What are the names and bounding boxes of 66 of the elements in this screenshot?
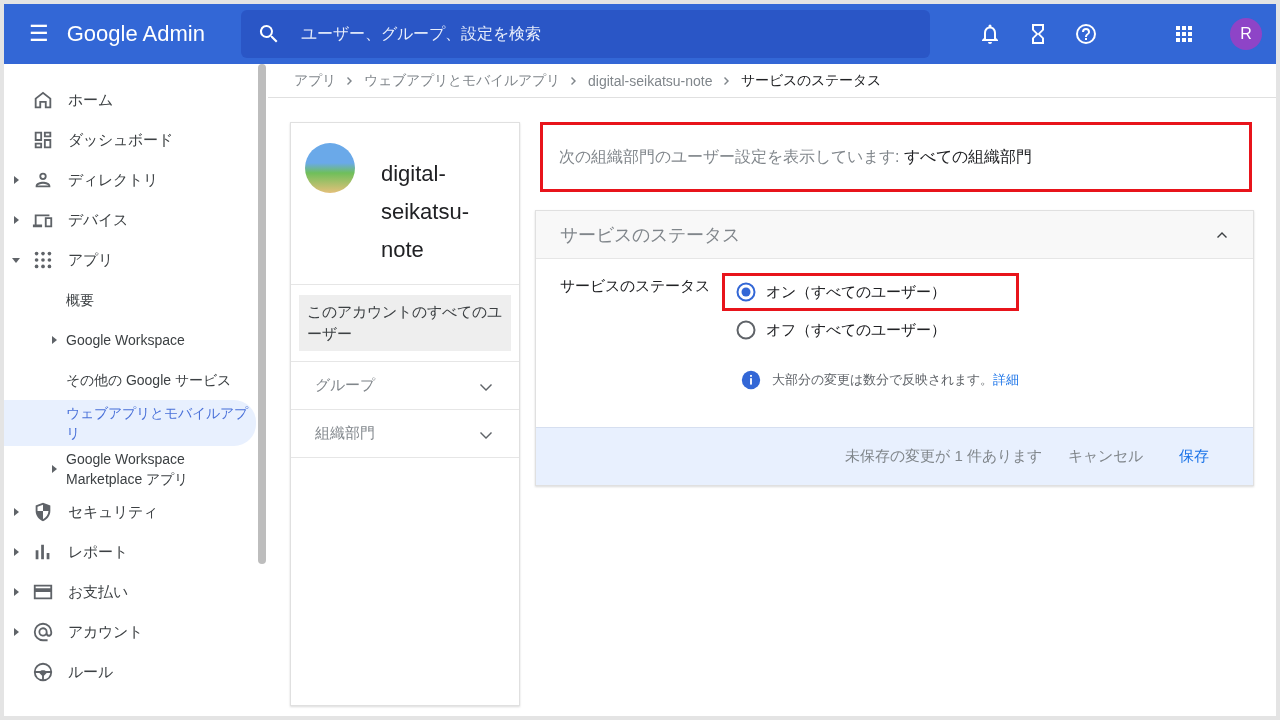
menu-button[interactable]: ☰ [26, 23, 53, 45]
unsaved-changes-text: 未保存の変更が 1 件あります [845, 447, 1042, 466]
nav-label: ウェブアプリとモバイルアプリ [66, 404, 250, 443]
nav-label: アカウント [68, 622, 143, 642]
nav-label: Google Workspace Marketplace アプリ [66, 450, 190, 489]
nav-item[interactable]: レポート [4, 532, 256, 572]
apps-grid-icon [32, 249, 54, 271]
scope-label: グループ [315, 376, 375, 395]
nav-label: 概要 [66, 291, 94, 310]
scope-item[interactable]: このアカウントのすべてのユーザー [299, 295, 511, 351]
nav-label: ディレクトリ [68, 170, 158, 190]
nav-item[interactable]: アプリ [4, 240, 256, 280]
nav-item[interactable]: ホーム [4, 80, 256, 120]
save-button[interactable]: 保存 [1171, 441, 1217, 472]
home-icon [32, 89, 54, 111]
nav-label: アプリ [68, 250, 113, 270]
nav-subitem[interactable]: 概要 [4, 280, 256, 320]
nav-label: ホーム [68, 90, 113, 110]
nav-subitem[interactable]: その他の Google サービス [4, 360, 256, 400]
steering-wheel-icon [32, 661, 54, 683]
help-icon[interactable] [1074, 22, 1098, 46]
nav-label: ダッシュボード [68, 130, 173, 150]
nav-label: セキュリティ [68, 502, 158, 522]
breadcrumb-link[interactable]: ウェブアプリとモバイルアプリ [364, 71, 560, 90]
section-header[interactable]: サービスのステータス [536, 211, 1253, 259]
search-input[interactable]: ユーザー、グループ、設定を検索 [298, 24, 914, 44]
radio-button[interactable] [736, 320, 756, 340]
nav-item[interactable]: ルール [4, 652, 256, 692]
scope-label: 組織部門 [315, 424, 375, 443]
at-sign-icon [32, 621, 54, 643]
avatar[interactable]: R [1230, 18, 1262, 50]
nav-item[interactable]: お支払い [4, 572, 256, 612]
option-label: オフ（すべてのユーザー） [766, 320, 946, 340]
option-label: オン（すべてのユーザー） [766, 282, 946, 302]
details-link[interactable]: 詳細 [993, 372, 1019, 387]
info-text: 大部分の変更は数分で反映されます。詳細 [772, 371, 1019, 389]
info-icon [740, 369, 762, 391]
nav-label: デバイス [68, 210, 128, 230]
nav-item[interactable]: ディレクトリ [4, 160, 256, 200]
nav-subitem[interactable]: ウェブアプリとモバイルアプリ [4, 400, 256, 446]
search-field[interactable]: ユーザー、グループ、設定を検索 [240, 10, 930, 58]
nav-label: レポート [68, 542, 128, 562]
nav-item[interactable]: ダッシュボード [4, 120, 256, 160]
breadcrumb-link[interactable]: digital-seikatsu-note [588, 72, 713, 89]
nav-item[interactable]: アカウント [4, 612, 256, 652]
scope-item[interactable]: グループ [291, 362, 519, 410]
dashboard-icon [32, 129, 54, 151]
app-name: digital-seikatsu-note [381, 160, 471, 264]
org-unit-label: 次の組織部門のユーザー設定を表示しています: [559, 146, 900, 167]
scrollbar[interactable] [258, 64, 266, 564]
nav-label: その他の Google サービス [66, 371, 231, 390]
photo-placeholder [305, 143, 355, 193]
nav-item[interactable]: セキュリティ [4, 492, 256, 532]
nav-item[interactable]: デバイス [4, 200, 256, 240]
nav-label: ルール [68, 662, 113, 682]
field-label: サービスのステータス [560, 276, 711, 296]
nav-subitem[interactable]: Google Workspace [4, 320, 256, 360]
org-unit-value: すべての組織部門 [904, 146, 1033, 167]
breadcrumb-link[interactable]: アプリ [294, 71, 336, 90]
radio-button[interactable] [736, 282, 756, 302]
scope-item[interactable]: 組織部門 [291, 410, 519, 458]
app-title: Google Admin [66, 21, 206, 47]
section-title: サービスのステータス [560, 223, 740, 247]
nav-subitem[interactable]: Google Workspace Marketplace アプリ [4, 446, 256, 492]
nav-label: お支払い [68, 582, 128, 602]
nav-label: Google Workspace [66, 331, 185, 350]
